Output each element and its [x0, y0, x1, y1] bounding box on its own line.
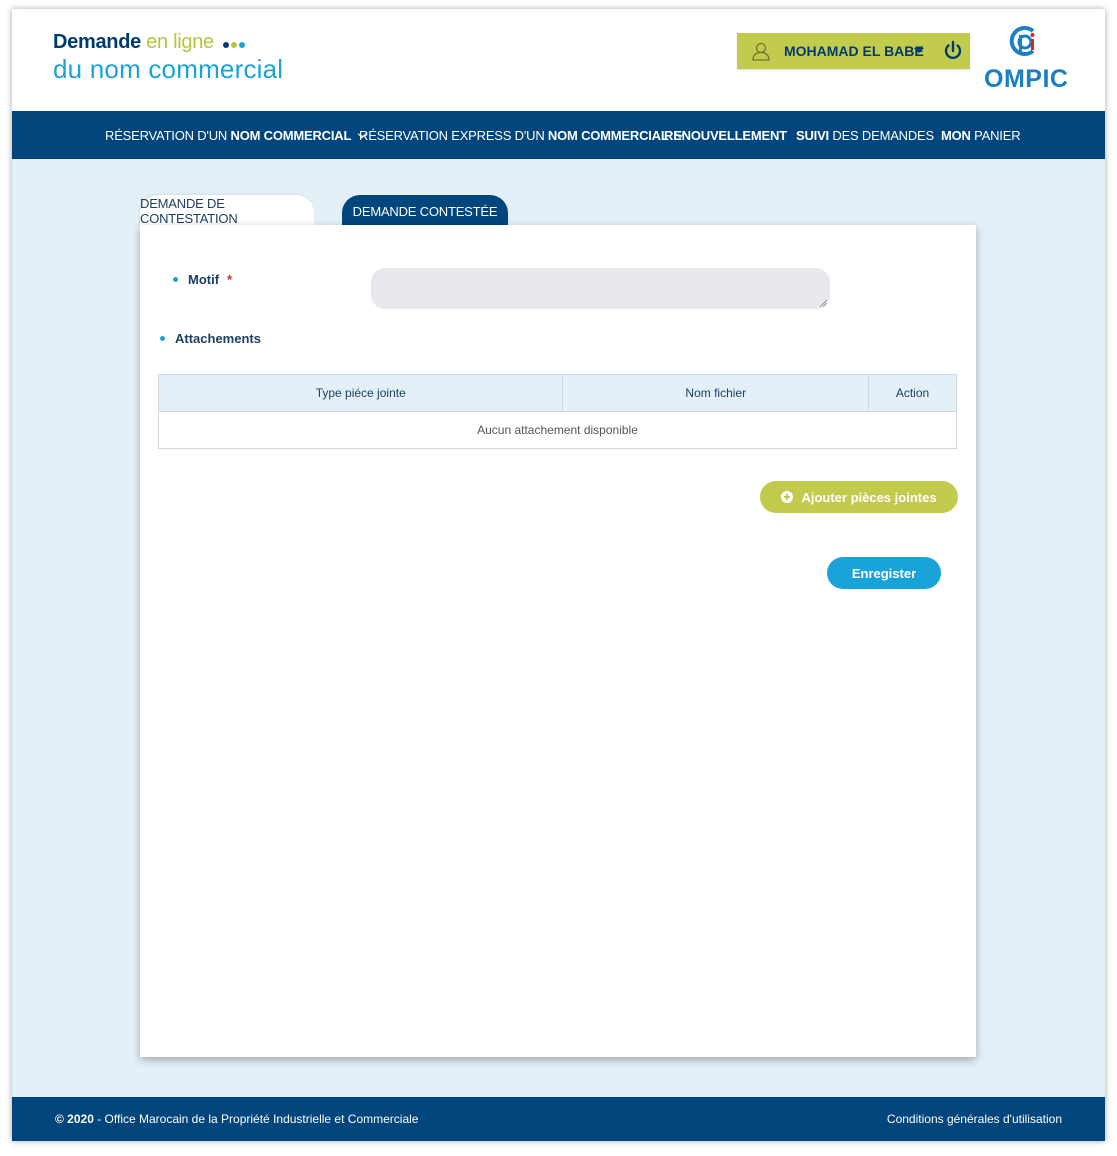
nav-item-suivi[interactable]: SUIVI DES DEMANDES: [796, 128, 934, 143]
nav-item-reservation-express[interactable]: RÉSERVATION EXPRESS D'UN NOM COMMERCIAL: [359, 128, 684, 143]
form-card: Motif * Attachements Type piéce jointe No…: [140, 225, 976, 1057]
nav-item-bold: SUIVI: [796, 128, 829, 143]
app-window: Demande en ligne du nom commercial MOHAM…: [12, 9, 1105, 1141]
user-name: MOHAMAD EL BABE: [784, 43, 924, 59]
add-attachments-button[interactable]: Ajouter pièces jointes: [760, 481, 958, 513]
table-header-row: Type piéce jointe Nom fichier Action: [157, 374, 957, 412]
ompic-logo[interactable]: OMPIC: [981, 25, 1071, 95]
column-header[interactable]: Action: [868, 374, 957, 412]
terms-link[interactable]: Conditions générales d'utilisation: [887, 1112, 1062, 1126]
column-header[interactable]: Type piéce jointe: [157, 374, 564, 412]
bullet-icon: [173, 277, 178, 283]
brand-accent: en ligne: [146, 31, 214, 53]
nav-item-bold: NOM COMMERCIAL: [547, 128, 669, 143]
add-attachments-label: Ajouter pièces jointes: [801, 489, 937, 505]
resize-grip-icon[interactable]: [820, 300, 827, 307]
nav-item-bold: MON: [941, 128, 971, 143]
brand-dots: [223, 31, 247, 54]
nav-item-prefix: RÉSERVATION D'UN: [105, 128, 231, 143]
attachments-label-text: Attachements: [175, 331, 261, 346]
footer-org: - Office Marocain de la Propriété Indust…: [93, 1112, 419, 1126]
nav-item-suffix: PANIER: [970, 128, 1021, 143]
user-menu[interactable]: MOHAMAD EL BABE: [737, 33, 970, 69]
brand-line2: du nom commercial: [53, 54, 284, 85]
footer-copyright: © 2020 - Office Marocain de la Propriété…: [55, 1112, 418, 1126]
header: Demande en ligne du nom commercial MOHAM…: [12, 9, 1105, 111]
nav-item-renouvellement[interactable]: RENOUVELLEMENT: [664, 128, 787, 143]
main-nav: RÉSERVATION D'UN NOM COMMERCIAL RÉSERVAT…: [12, 111, 1105, 159]
user-icon: [752, 42, 770, 61]
nav-item-reservation[interactable]: RÉSERVATION D'UN NOM COMMERCIAL: [105, 128, 367, 143]
footer-year: © 2020: [55, 1112, 94, 1126]
bullet-icon: [160, 336, 165, 342]
save-button[interactable]: Enregister: [827, 557, 941, 589]
ompic-emblem-icon: [1009, 26, 1035, 56]
nav-item-bold: RENOUVELLEMENT: [664, 128, 787, 143]
attachments-table: Type piéce jointe Nom fichier Action Auc…: [157, 374, 957, 449]
caret-down-icon: [914, 48, 924, 53]
motif-textarea[interactable]: [371, 268, 830, 309]
nav-item-prefix: RÉSERVATION EXPRESS D'UN: [359, 128, 548, 143]
plus-circle-icon: [781, 491, 794, 503]
logo-text: OMPIC: [984, 65, 1069, 93]
nav-item-bold: NOM COMMERCIAL: [230, 128, 352, 143]
tab-demande-contestee[interactable]: DEMANDE CONTESTÉE: [342, 195, 508, 227]
brand-dot: [231, 42, 238, 49]
attachments-label: Attachements: [160, 331, 261, 346]
brand-logo[interactable]: Demande en ligne du nom commercial: [53, 31, 283, 85]
nav-item-panier[interactable]: MON PANIER: [941, 128, 1021, 143]
power-icon[interactable]: [941, 39, 965, 63]
brand-dot: [239, 42, 246, 49]
table-row: Aucun attachement disponible: [158, 411, 957, 449]
motif-label-text: Motif: [188, 272, 220, 287]
nav-item-suffix: DES DEMANDES: [828, 128, 934, 143]
tab-demande-contestation[interactable]: DEMANDE DE CONTESTATION: [140, 195, 314, 227]
motif-label: Motif *: [173, 272, 232, 287]
brand-main: Demande: [53, 31, 141, 53]
brand-dot: [223, 42, 230, 49]
empty-message: Aucun attachement disponible: [158, 411, 957, 449]
column-header[interactable]: Nom fichier: [562, 374, 870, 412]
brand-line1: Demande en ligne: [53, 31, 283, 54]
footer: © 2020 - Office Marocain de la Propriété…: [12, 1097, 1105, 1141]
required-mark: *: [227, 272, 233, 287]
